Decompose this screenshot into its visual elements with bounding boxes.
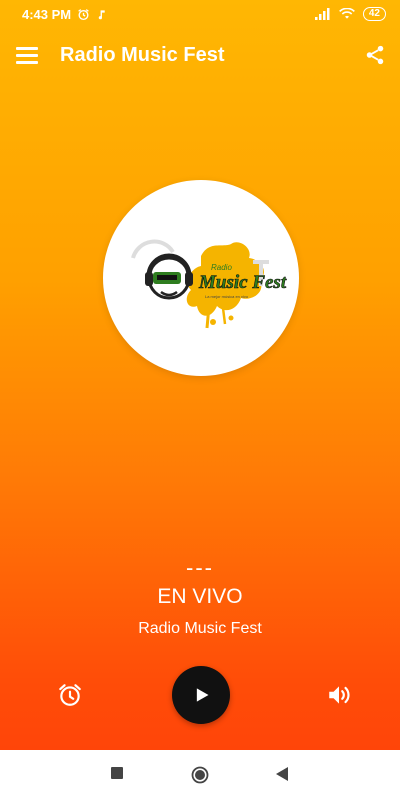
status-left: 4:43 PM <box>22 7 107 22</box>
menu-icon[interactable] <box>16 46 38 64</box>
battery-icon: 42 <box>362 7 386 21</box>
app-bar: Radio Music Fest <box>0 28 400 82</box>
status-bar: 4:43 PM 42 <box>0 0 400 28</box>
track-title: --- <box>186 555 214 580</box>
station-name: Radio Music Fest <box>138 620 262 637</box>
status-right: 42 <box>314 7 386 21</box>
play-button[interactable] <box>172 666 230 724</box>
alarm-status-icon <box>78 8 89 20</box>
station-logo: Radio Music Fest La mejor música en vivo <box>103 180 299 376</box>
system-nav-bar <box>0 750 400 800</box>
recents-square-icon[interactable] <box>111 767 123 779</box>
status-time: 4:43 PM <box>22 6 72 22</box>
app-title: Radio Music Fest <box>60 43 225 66</box>
music-note-icon <box>98 9 105 19</box>
share-icon[interactable] <box>364 44 386 66</box>
music-fest-logo-image: Radio Music Fest La mejor música en vivo <box>131 239 287 329</box>
player-controls <box>0 666 400 724</box>
back-triangle-icon[interactable] <box>276 767 288 781</box>
live-status: EN VIVO <box>157 585 243 608</box>
logo-small-text: Radio <box>211 263 232 272</box>
logo-tagline: La mejor música en vivo <box>205 294 249 299</box>
logo-text: Music Fest <box>198 272 287 293</box>
alarm-icon[interactable] <box>57 682 83 708</box>
play-icon <box>196 688 209 702</box>
signal-icon <box>314 8 330 20</box>
wifi-icon <box>338 8 355 19</box>
home-circle-icon[interactable] <box>191 766 209 784</box>
volume-icon[interactable] <box>326 682 352 708</box>
